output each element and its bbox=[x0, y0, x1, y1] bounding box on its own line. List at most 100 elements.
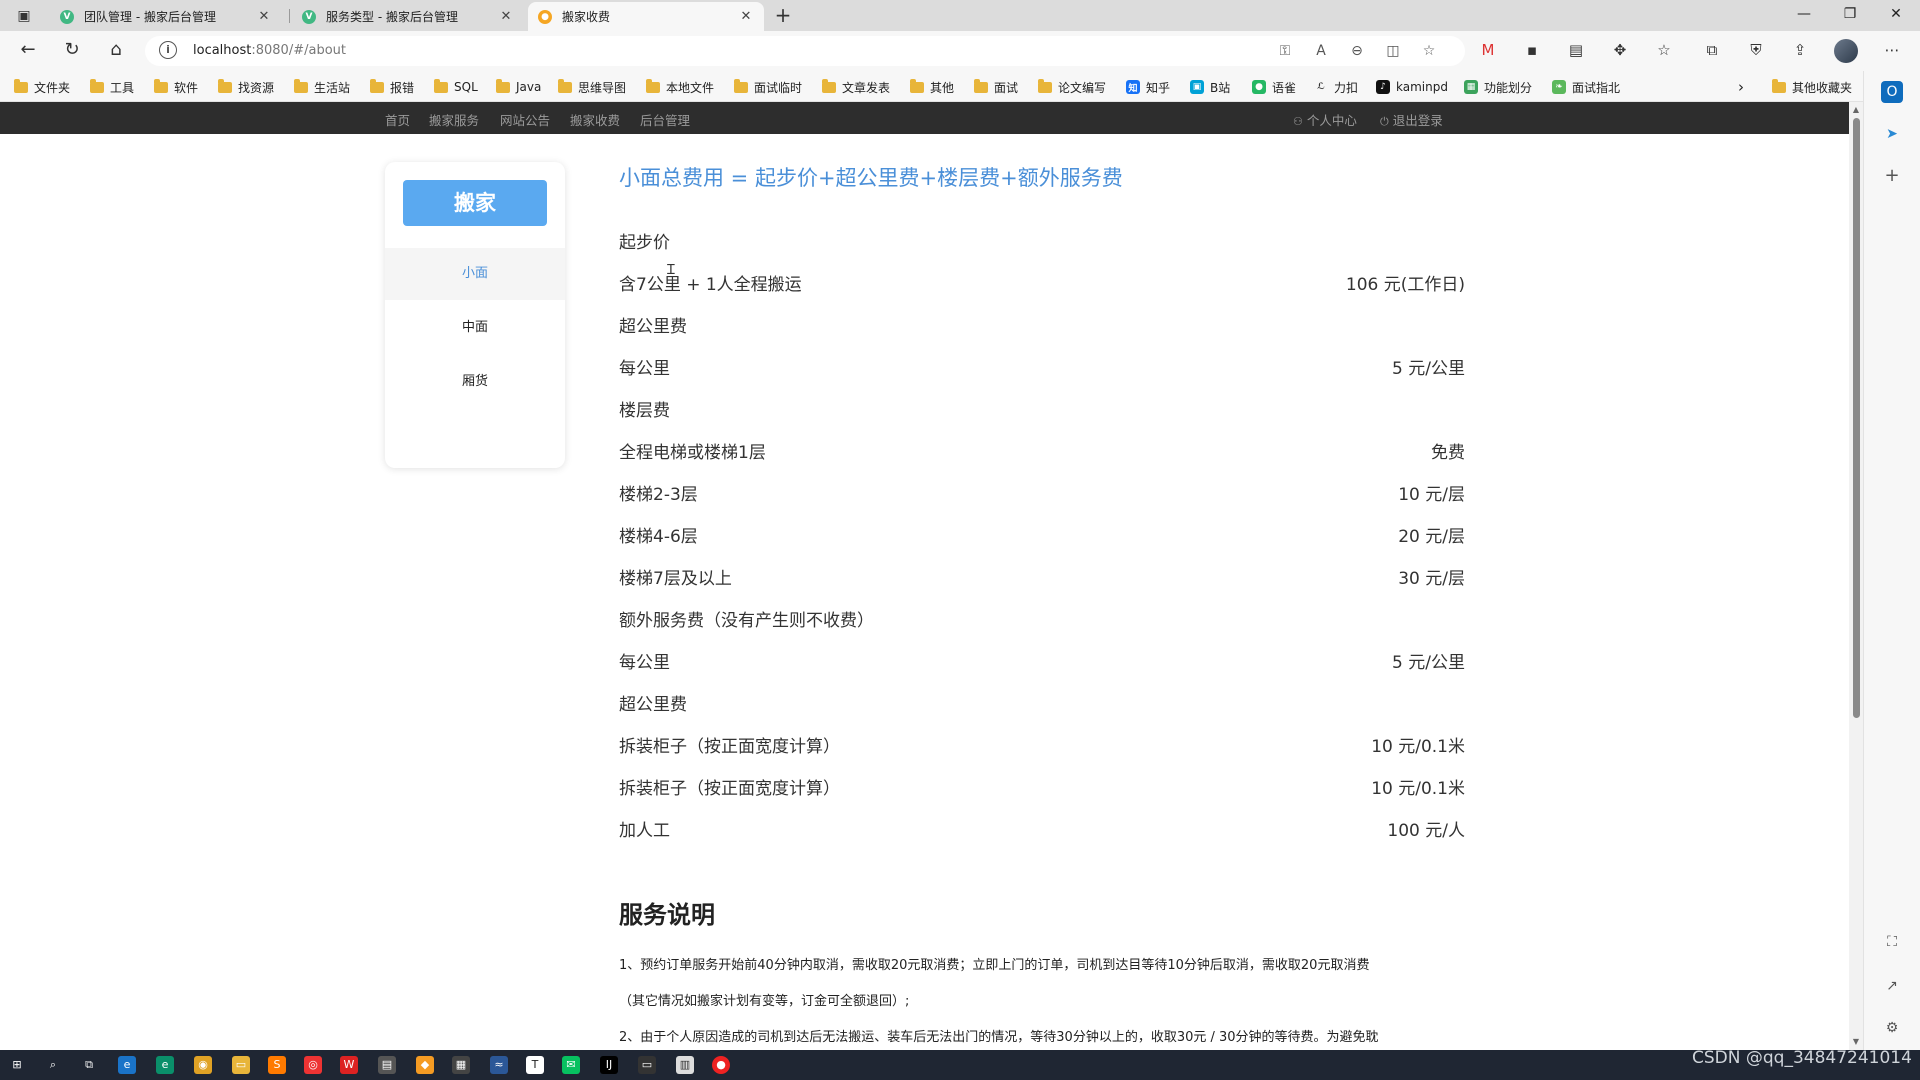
app-icon[interactable]: ▥ bbox=[676, 1056, 694, 1074]
bookmark-folder[interactable]: 其他 bbox=[910, 77, 954, 97]
terminal-icon[interactable]: ▤ bbox=[378, 1056, 396, 1074]
external-link-icon[interactable]: ↗ bbox=[1881, 975, 1903, 997]
scroll-up-icon[interactable]: ▲ bbox=[1851, 105, 1861, 114]
nav-user-center[interactable]: ⚇ 个人中心 bbox=[1293, 110, 1357, 129]
bookmark-folder[interactable]: 面试临时 bbox=[734, 77, 802, 97]
site-info-icon[interactable]: i bbox=[159, 41, 177, 59]
chrome-icon[interactable]: ◉ bbox=[194, 1056, 212, 1074]
gmail-icon[interactable]: M bbox=[1476, 39, 1500, 63]
edge-dev-icon[interactable]: e bbox=[156, 1056, 174, 1074]
bookmark-folder[interactable]: 软件 bbox=[154, 77, 198, 97]
bookmark-folder[interactable]: 工具 bbox=[90, 77, 134, 97]
price-value: 10 元/0.1米 bbox=[1371, 737, 1465, 757]
bookmark-folder[interactable]: 论文编写 bbox=[1038, 77, 1106, 97]
bookmark-tiktok[interactable]: ♪ kaminpd bbox=[1376, 77, 1448, 97]
bookmark-folder[interactable]: 生活站 bbox=[294, 77, 350, 97]
brand-button[interactable]: 搬家 bbox=[403, 180, 547, 226]
read-aloud-icon[interactable]: A bbox=[1311, 42, 1331, 62]
record-icon[interactable]: ● bbox=[712, 1056, 730, 1074]
add-icon[interactable]: + bbox=[1881, 165, 1903, 187]
page-scrollbar[interactable]: ▲ ▼ bbox=[1849, 102, 1863, 1050]
netease-music-icon[interactable]: ◎ bbox=[304, 1056, 322, 1074]
chevron-right-icon[interactable]: › bbox=[1738, 77, 1744, 97]
typora-icon[interactable]: T bbox=[526, 1056, 544, 1074]
extensions-icon[interactable]: ✥ bbox=[1608, 39, 1632, 63]
avatar[interactable] bbox=[1834, 39, 1858, 63]
price-label: 楼梯2-3层 bbox=[619, 485, 698, 505]
task-view-icon[interactable]: ⧉ bbox=[80, 1056, 98, 1074]
home-icon[interactable]: ⌂ bbox=[104, 39, 128, 63]
tab-service-type[interactable]: V 服务类型 - 搬家后台管理 ✕ bbox=[292, 2, 524, 31]
nav-moving-service[interactable]: 搬家服务 bbox=[429, 110, 479, 129]
nav-logout[interactable]: ⏻ 退出登录 bbox=[1380, 110, 1443, 129]
sublime-icon[interactable]: S bbox=[268, 1056, 286, 1074]
more-menu-icon[interactable]: ⋯ bbox=[1880, 39, 1904, 63]
close-icon[interactable]: ✕ bbox=[498, 9, 514, 24]
send-icon[interactable]: ➤ bbox=[1881, 123, 1903, 145]
bookmark-folder-other[interactable]: 其他收藏夹 bbox=[1772, 77, 1852, 97]
bookmark-folder[interactable]: 文件夹 bbox=[14, 77, 70, 97]
tab-moving-fees[interactable]: ● 搬家收费 ✕ bbox=[528, 2, 764, 31]
address-bar[interactable]: i localhost:8080/#/about ⚿ A ⊖ ◫ ☆ bbox=[145, 36, 1465, 66]
bookmark-leetcode[interactable]: ℒ 力扣 bbox=[1314, 77, 1358, 97]
price-row: 超公里费 bbox=[619, 312, 1465, 338]
sidebar-item-small-van[interactable]: 小面 bbox=[385, 248, 565, 300]
nav-moving-fees[interactable]: 搬家收费 bbox=[570, 110, 620, 129]
new-tab-button[interactable]: + bbox=[770, 4, 796, 28]
scroll-down-icon[interactable]: ▼ bbox=[1851, 1037, 1861, 1046]
restore-icon[interactable]: ❐ bbox=[1838, 6, 1862, 22]
wps-icon[interactable]: W bbox=[340, 1056, 358, 1074]
windows-start-icon[interactable]: ⊞ bbox=[8, 1056, 26, 1074]
cmd-icon[interactable]: ▭ bbox=[638, 1056, 656, 1074]
wechat-icon[interactable]: ✉ bbox=[562, 1056, 580, 1074]
favorites-icon[interactable]: ☆ bbox=[1652, 39, 1676, 63]
app-icon[interactable]: ≈ bbox=[490, 1056, 508, 1074]
bookmark-yuque[interactable]: ● 语雀 bbox=[1252, 77, 1296, 97]
app-icon[interactable]: ◆ bbox=[416, 1056, 434, 1074]
split-screen-icon[interactable]: ◫ bbox=[1383, 42, 1403, 62]
reload-icon[interactable]: ↻ bbox=[60, 39, 84, 63]
bookmark-folder[interactable]: 文章发表 bbox=[822, 77, 890, 97]
close-window-icon[interactable]: ✕ bbox=[1884, 6, 1908, 22]
bookmark-zhihu[interactable]: 知知乎 bbox=[1126, 77, 1170, 97]
file-explorer-icon[interactable]: ▭ bbox=[232, 1056, 250, 1074]
close-icon[interactable]: ✕ bbox=[256, 9, 272, 24]
intellij-icon[interactable]: IJ bbox=[600, 1056, 618, 1074]
address-url[interactable]: localhost:8080/#/about bbox=[193, 43, 346, 58]
bookmark-folder[interactable]: Java bbox=[496, 77, 541, 97]
nav-admin[interactable]: 后台管理 bbox=[640, 110, 690, 129]
bookmark-folder[interactable]: 本地文件 bbox=[646, 77, 714, 97]
shield-icon[interactable]: ⛨ bbox=[1744, 39, 1768, 63]
favorite-add-icon[interactable]: ☆ bbox=[1419, 42, 1439, 62]
bookmark-interview-guide[interactable]: ❧ 面试指北 bbox=[1552, 77, 1620, 97]
share-icon[interactable]: ⇪ bbox=[1788, 39, 1812, 63]
back-icon[interactable]: ← bbox=[16, 39, 40, 63]
search-icon[interactable]: ⌕ bbox=[44, 1056, 62, 1074]
tab-actions-icon[interactable]: ▣ bbox=[10, 6, 38, 26]
bookmark-folder[interactable]: 找资源 bbox=[218, 77, 274, 97]
edge-browser-icon[interactable]: e bbox=[118, 1056, 136, 1074]
scrollbar-thumb[interactable] bbox=[1853, 118, 1860, 718]
close-icon[interactable]: ✕ bbox=[738, 9, 754, 24]
screenshot-icon[interactable]: ⛶ bbox=[1881, 931, 1903, 953]
key-icon[interactable]: ⚿ bbox=[1275, 42, 1295, 62]
bookmark-folder[interactable]: 面试 bbox=[974, 77, 1018, 97]
zoom-out-icon[interactable]: ⊖ bbox=[1347, 42, 1367, 62]
sidebar-item-box-truck[interactable]: 厢货 bbox=[385, 356, 565, 408]
bookmark-feature[interactable]: ▦ 功能划分 bbox=[1464, 77, 1532, 97]
bookmark-folder[interactable]: 思维导图 bbox=[558, 77, 626, 97]
collections-icon[interactable]: ⧉ bbox=[1700, 39, 1724, 63]
sidebar-item-medium-van[interactable]: 中面 bbox=[385, 302, 565, 354]
bookmark-folder[interactable]: SQL bbox=[434, 77, 478, 97]
outlook-icon[interactable]: O bbox=[1881, 81, 1903, 103]
extension-icon[interactable]: ▤ bbox=[1564, 39, 1588, 63]
tab-team-management[interactable]: V 团队管理 - 搬家后台管理 ✕ bbox=[50, 2, 282, 31]
app-icon[interactable]: ▦ bbox=[452, 1056, 470, 1074]
nav-announcements[interactable]: 网站公告 bbox=[500, 110, 550, 129]
gear-icon[interactable]: ⚙ bbox=[1881, 1017, 1903, 1039]
minimize-icon[interactable]: — bbox=[1792, 6, 1816, 22]
nav-home[interactable]: 首页 bbox=[385, 110, 410, 129]
extension-icon[interactable]: ▪ bbox=[1520, 39, 1544, 63]
bookmark-bilibili[interactable]: ▣ B站 bbox=[1190, 77, 1230, 97]
bookmark-folder[interactable]: 报错 bbox=[370, 77, 414, 97]
